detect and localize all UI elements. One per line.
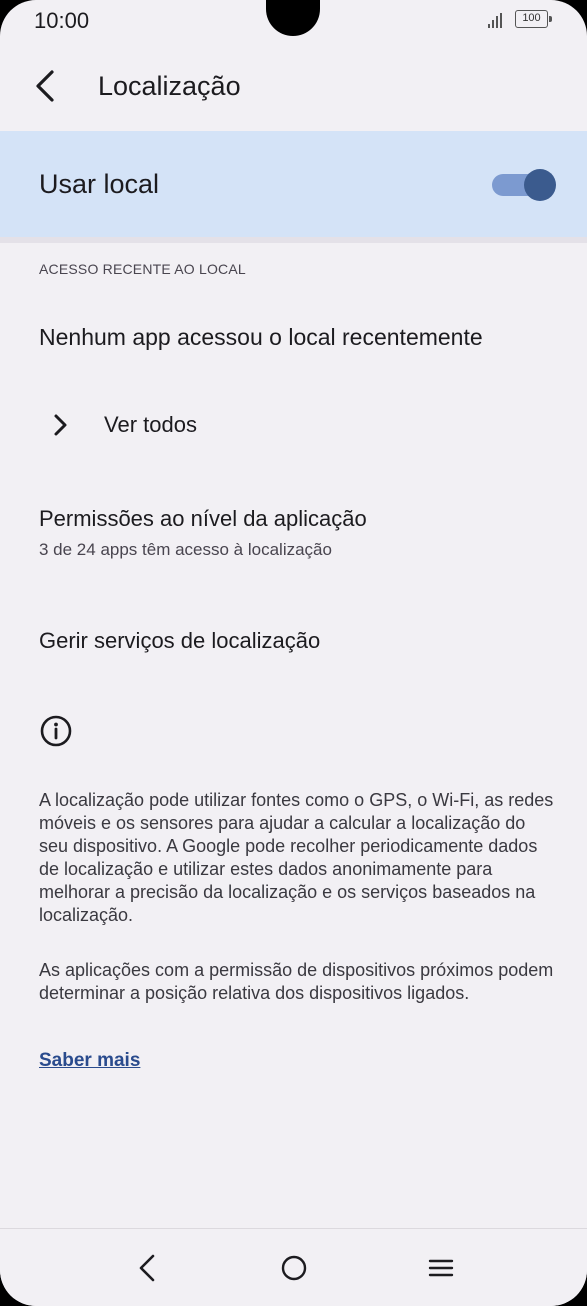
- see-all-row[interactable]: Ver todos: [0, 398, 587, 456]
- navigation-bar: [0, 1228, 587, 1306]
- signal-icon: [488, 12, 508, 28]
- location-services-label: Gerir serviços de localização: [39, 628, 321, 653]
- location-info-paragraph: A localização pode utilizar fontes como …: [39, 790, 554, 925]
- location-services-row[interactable]: Gerir serviços de localização: [0, 614, 587, 668]
- back-arrow-icon[interactable]: [28, 66, 64, 106]
- use-location-row[interactable]: Usar local: [0, 131, 587, 237]
- learn-more-link[interactable]: Saber mais: [39, 1050, 140, 1072]
- no-recent-access-message: Nenhum app acessou o local recentemente: [39, 324, 483, 350]
- switch-thumb: [524, 169, 556, 201]
- nearby-devices-paragraph: As aplicações com a permissão de disposi…: [39, 960, 554, 1003]
- app-permissions-row[interactable]: Permissões ao nível da aplicação 3 de 24…: [0, 496, 587, 572]
- nav-back-icon[interactable]: [128, 1251, 168, 1285]
- chevron-right-icon: [51, 412, 71, 438]
- screen: 10:00 100 Localização Usar local ACESSO …: [0, 0, 587, 1306]
- camera-notch: [266, 0, 320, 36]
- use-location-label: Usar local: [39, 169, 160, 199]
- divider: [0, 237, 587, 243]
- see-all-label: Ver todos: [104, 412, 197, 437]
- nav-home-icon[interactable]: [274, 1251, 314, 1285]
- battery-icon: 100: [515, 10, 552, 28]
- app-permissions-title: Permissões ao nível da aplicação: [39, 506, 367, 531]
- use-location-switch[interactable]: [492, 169, 558, 201]
- info-icon: [39, 714, 73, 748]
- page-title: Localização: [98, 71, 241, 101]
- recent-access-header: ACESSO RECENTE AO LOCAL: [39, 261, 246, 277]
- app-permissions-subtitle: 3 de 24 apps têm acesso à localização: [39, 540, 332, 559]
- status-time: 10:00: [34, 8, 90, 33]
- nav-menu-icon[interactable]: [421, 1251, 461, 1285]
- battery-level: 100: [522, 12, 541, 24]
- status-bar: 10:00 100: [0, 0, 587, 44]
